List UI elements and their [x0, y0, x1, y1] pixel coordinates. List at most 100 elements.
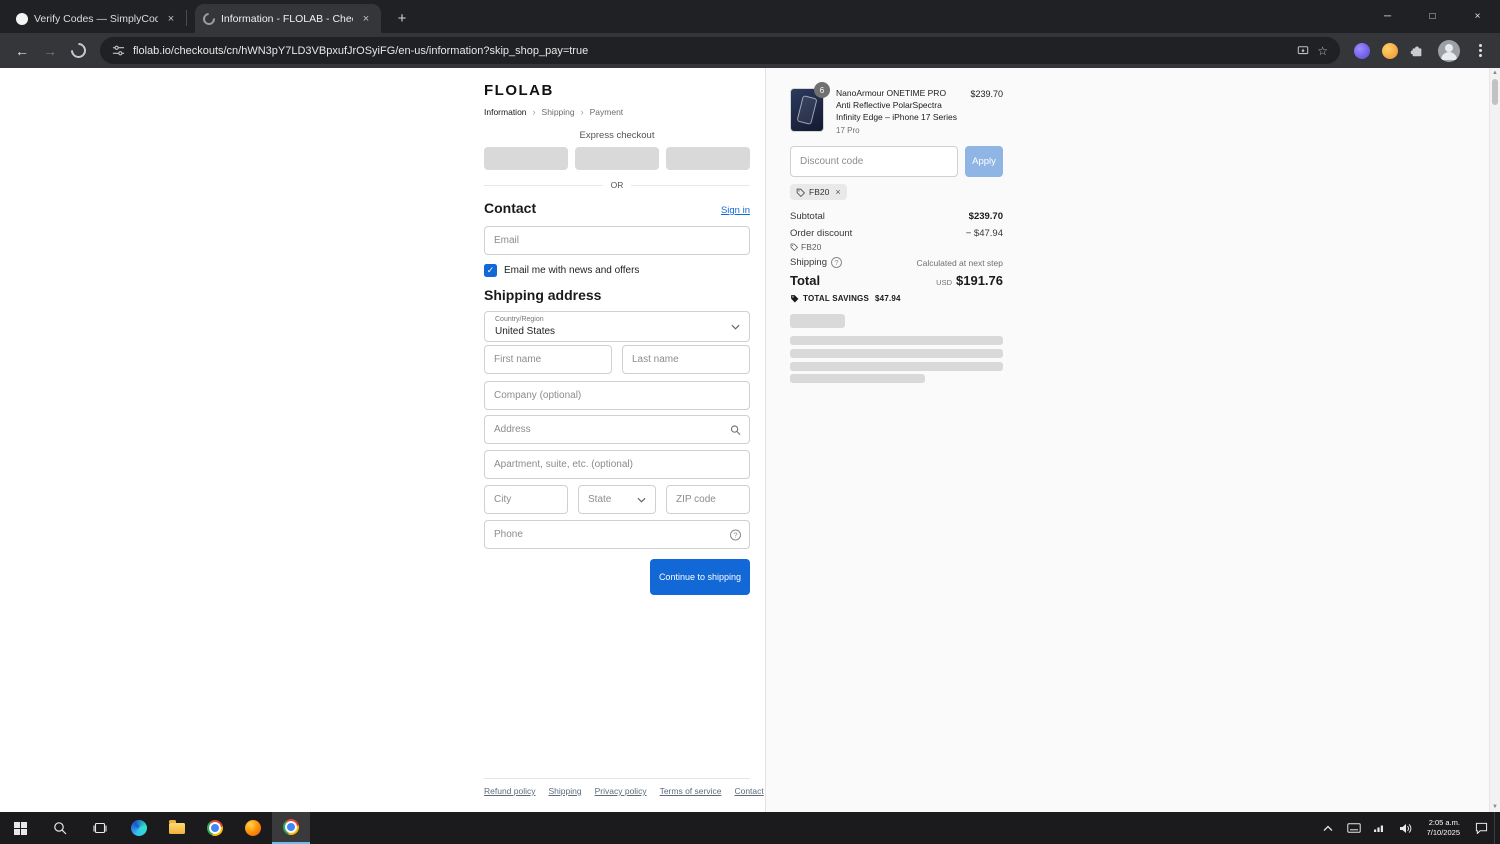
- speaker-icon[interactable]: [1393, 812, 1419, 844]
- express-checkout-buttons-loading: [484, 147, 750, 170]
- taskbar-edge-icon[interactable]: [120, 812, 158, 844]
- contact-link[interactable]: Contact: [734, 786, 763, 796]
- express-button-skeleton[interactable]: [575, 147, 659, 170]
- taskbar-chrome-icon[interactable]: [196, 812, 234, 844]
- divider-line: [484, 184, 603, 186]
- shipping-info-icon[interactable]: ?: [830, 257, 842, 268]
- subtotal-value: $239.70: [968, 211, 1003, 222]
- maximize-button[interactable]: □: [1410, 0, 1455, 33]
- company-input[interactable]: [484, 381, 750, 410]
- extension-icon-1[interactable]: [1354, 42, 1370, 59]
- discount-code-input[interactable]: [790, 146, 958, 177]
- taskbar-search-button[interactable]: [40, 812, 80, 844]
- continue-to-shipping-button[interactable]: Continue to shipping: [649, 559, 750, 595]
- total-savings-row: TOTAL SAVINGS $47.94: [790, 294, 1003, 303]
- help-question-icon[interactable]: ?: [730, 529, 741, 540]
- loading-skeleton: [790, 314, 845, 328]
- forward-button[interactable]: →: [36, 37, 64, 65]
- taskbar-clock[interactable]: 2:05 a.m. 7/10/2025: [1419, 812, 1468, 844]
- taskbar-file-explorer-icon[interactable]: [158, 812, 196, 844]
- news-checkbox[interactable]: ✓: [484, 264, 497, 277]
- minimize-button[interactable]: ─: [1365, 0, 1410, 33]
- install-icon[interactable]: [1297, 45, 1309, 57]
- scroll-up-icon[interactable]: ▲: [1490, 68, 1500, 78]
- contact-heading: Contact: [484, 200, 537, 216]
- windows-logo-icon: [13, 821, 27, 835]
- loading-skeleton: [790, 349, 1003, 358]
- back-button[interactable]: ←: [8, 37, 36, 65]
- currency-label: USD: [936, 278, 952, 287]
- tab-close-icon[interactable]: ×: [164, 12, 178, 26]
- browser-menu-button[interactable]: [1468, 39, 1492, 63]
- spinner-icon: [67, 39, 89, 62]
- first-name-input[interactable]: [484, 345, 612, 374]
- sign-in-link[interactable]: Sign in: [721, 205, 750, 216]
- breadcrumb-payment[interactable]: Payment: [590, 107, 624, 117]
- scroll-down-icon[interactable]: ▼: [1490, 802, 1500, 812]
- country-label: Country/Region: [495, 316, 544, 323]
- shipping-policy-link[interactable]: Shipping: [549, 786, 582, 796]
- scrollbar-thumb[interactable]: [1492, 79, 1498, 105]
- new-tab-button[interactable]: +: [389, 5, 415, 31]
- checkout-page: FLOLAB Information › Shipping › Payment …: [0, 68, 1500, 812]
- site-settings-tune-icon[interactable]: [112, 44, 125, 57]
- address-bar[interactable]: flolab.io/checkouts/cn/hWN3pY7LD3VBpxufJ…: [100, 37, 1340, 64]
- network-icon[interactable]: [1367, 812, 1393, 844]
- loading-skeleton: [790, 374, 925, 383]
- tray-chevron-up-icon[interactable]: [1315, 812, 1341, 844]
- action-center-icon[interactable]: [1468, 812, 1494, 844]
- tab-flolab-checkout[interactable]: Information - FLOLAB - Checko ×: [195, 4, 381, 33]
- last-name-input[interactable]: [622, 345, 750, 374]
- window-controls: ─ □ ×: [1365, 0, 1500, 33]
- terms-of-service-link[interactable]: Terms of service: [660, 786, 722, 796]
- breadcrumb-shipping[interactable]: Shipping: [542, 107, 575, 117]
- start-button[interactable]: [0, 812, 40, 844]
- task-view-button[interactable]: [80, 812, 120, 844]
- touch-keyboard-icon[interactable]: [1341, 812, 1367, 844]
- express-button-skeleton[interactable]: [484, 147, 568, 170]
- tab-separator: [186, 10, 187, 26]
- taskbar-firefox-icon[interactable]: [234, 812, 272, 844]
- tag-icon: [790, 243, 798, 251]
- bookmark-star-icon[interactable]: ☆: [1317, 44, 1328, 58]
- divider-line: [631, 184, 750, 186]
- show-desktop-button[interactable]: [1494, 812, 1500, 844]
- system-tray: 2:05 a.m. 7/10/2025: [1315, 812, 1500, 844]
- tab-title: Verify Codes — SimplyCodes: [34, 12, 158, 25]
- remove-discount-icon[interactable]: ×: [835, 187, 840, 197]
- profile-avatar[interactable]: [1438, 39, 1460, 62]
- total-savings-label: TOTAL SAVINGS: [803, 294, 870, 303]
- tab-strip: Verify Codes — SimplyCodes × Information…: [0, 0, 1500, 33]
- extension-icon-2[interactable]: [1382, 42, 1398, 59]
- email-input[interactable]: [484, 226, 750, 255]
- address-input[interactable]: [484, 415, 750, 444]
- country-select[interactable]: Country/Region United States: [484, 311, 750, 342]
- tab-close-icon[interactable]: ×: [359, 12, 373, 26]
- tab-loading-spinner-icon: [200, 10, 218, 27]
- zip-input[interactable]: [666, 485, 750, 514]
- refund-policy-link[interactable]: Refund policy: [484, 786, 536, 796]
- tab-simplycodes[interactable]: Verify Codes — SimplyCodes ×: [8, 4, 186, 33]
- breadcrumb-information[interactable]: Information: [484, 107, 527, 117]
- breadcrumb: Information › Shipping › Payment: [484, 107, 750, 117]
- apartment-input[interactable]: [484, 450, 750, 479]
- close-window-button[interactable]: ×: [1455, 0, 1500, 33]
- product-image: [796, 95, 818, 125]
- loading-skeleton: [790, 336, 1003, 345]
- or-divider: OR: [484, 180, 750, 190]
- clock-time: 2:05 a.m.: [1428, 817, 1460, 827]
- taskbar-chrome-active-icon[interactable]: [272, 812, 310, 844]
- phone-input[interactable]: [484, 520, 750, 549]
- state-select[interactable]: State: [578, 485, 656, 514]
- city-input[interactable]: [484, 485, 568, 514]
- reload-loading-spinner[interactable]: [64, 37, 92, 65]
- express-button-skeleton[interactable]: [666, 147, 750, 170]
- store-logo[interactable]: FLOLAB: [484, 82, 554, 99]
- applied-discount-tag: FB20 ×: [790, 184, 847, 200]
- privacy-policy-link[interactable]: Privacy policy: [595, 786, 647, 796]
- footer-divider: [484, 778, 750, 779]
- shipping-row: Shipping ? Calculated at next step: [790, 257, 1003, 268]
- extensions-puzzle-icon[interactable]: [1410, 44, 1424, 58]
- page-scrollbar[interactable]: ▲ ▼: [1489, 68, 1500, 812]
- apply-discount-button[interactable]: Apply: [965, 146, 1003, 177]
